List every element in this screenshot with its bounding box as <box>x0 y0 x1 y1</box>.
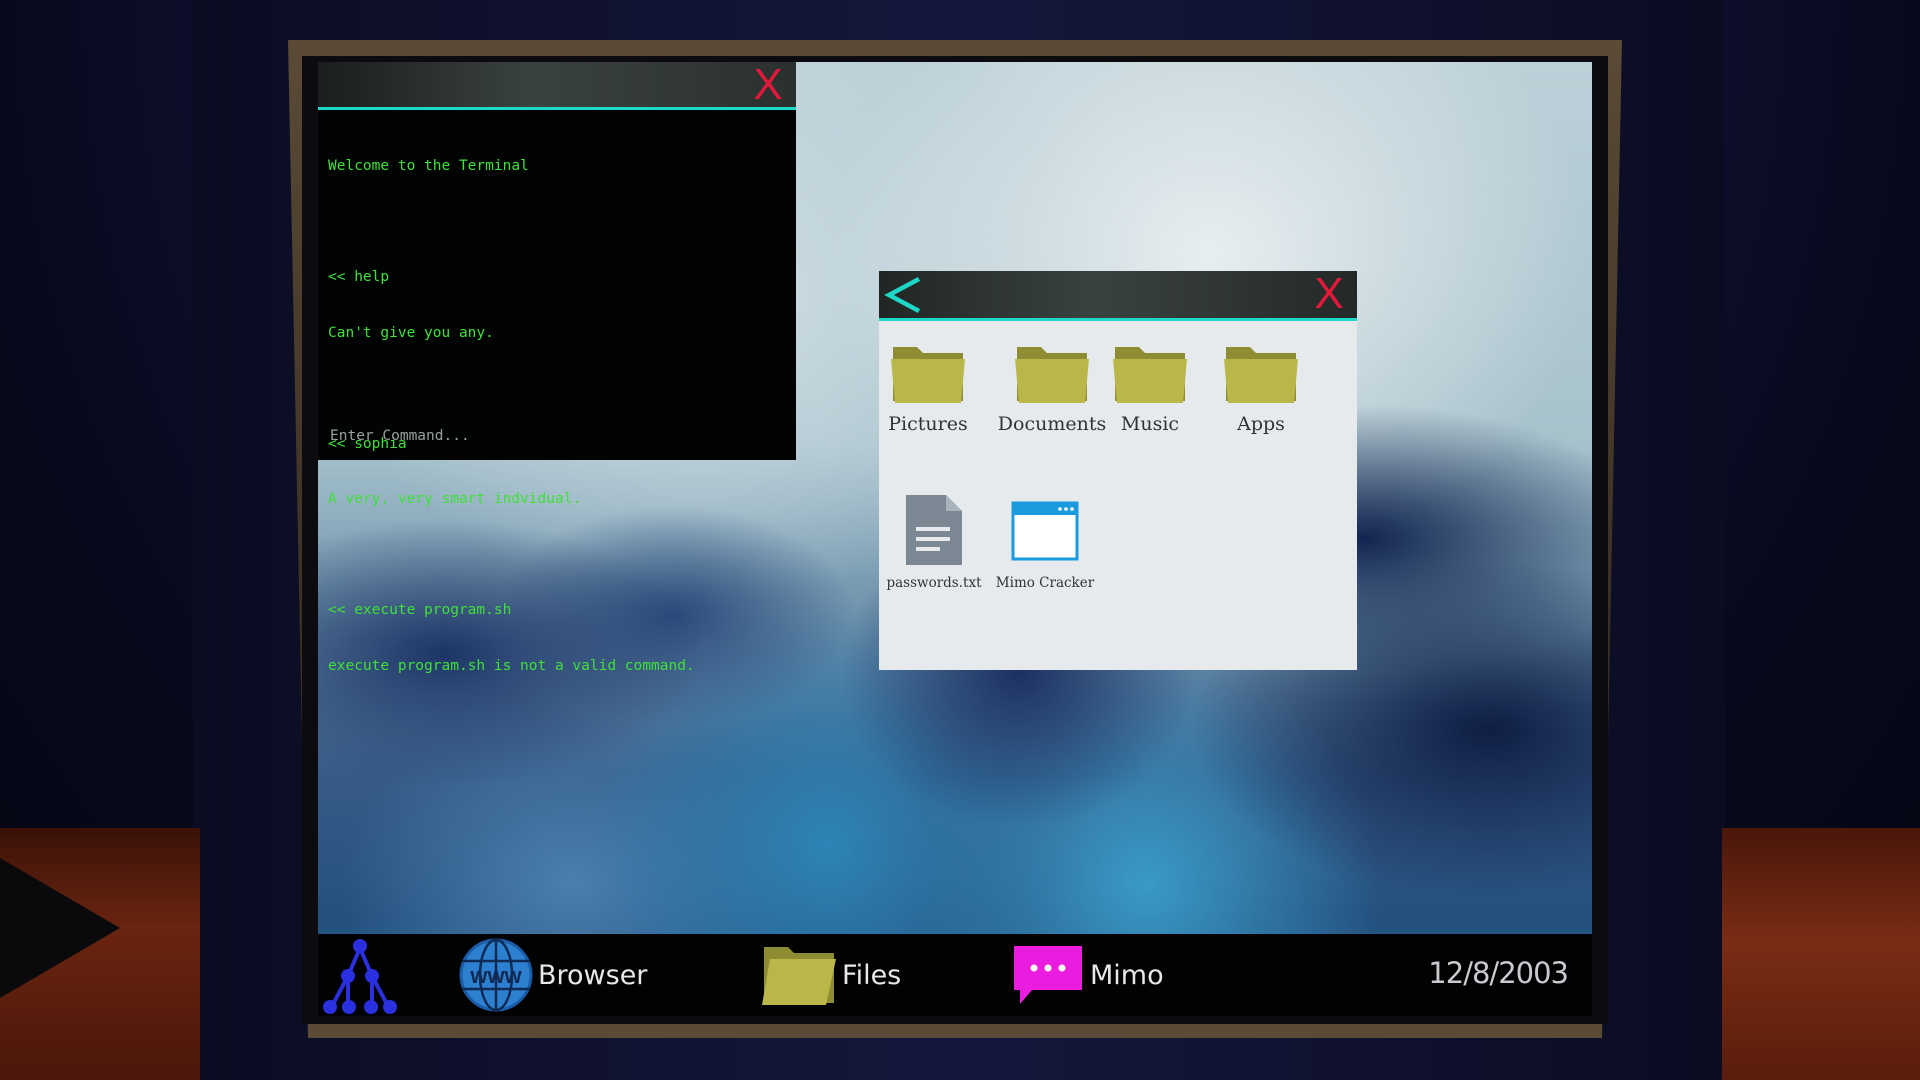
desktop-screen: X Welcome to the Terminal << help Can't … <box>318 62 1592 1016</box>
item-label: Apps <box>1237 413 1285 435</box>
taskbar-label: Browser <box>538 959 648 991</box>
desk-left <box>0 828 200 1080</box>
app-mimo-cracker[interactable]: Mimo Cracker <box>990 493 1100 591</box>
taskbar-files-button[interactable]: Files <box>760 934 901 1016</box>
folder-icon <box>1015 347 1089 403</box>
taskbar-mimo-button[interactable]: Mimo <box>1010 934 1164 1016</box>
terminal-window: X Welcome to the Terminal << help Can't … <box>318 62 796 674</box>
svg-text:www: www <box>469 963 522 988</box>
taskbar-date: 12/8/2003 <box>1428 956 1569 990</box>
taskbar-browser-button[interactable]: www Browser <box>458 934 647 1016</box>
folder-documents[interactable]: Documents <box>997 339 1107 435</box>
item-label: Documents <box>997 413 1107 435</box>
item-label: Mimo Cracker <box>995 575 1095 591</box>
network-tree-icon <box>323 939 397 1014</box>
app-window-icon <box>1011 501 1079 561</box>
terminal-close-button[interactable]: X <box>748 63 788 107</box>
terminal-line: << help <box>328 269 390 285</box>
taskbar-label: Files <box>842 959 902 991</box>
item-label: passwords.txt <box>886 575 982 591</box>
explorer-titlebar[interactable]: X <box>879 271 1357 321</box>
terminal-line: execute program.sh is not a valid comman… <box>328 657 695 674</box>
terminal-line: Can't give you any. <box>328 324 494 341</box>
taskbar-label: Mimo <box>1090 959 1164 991</box>
explorer-close-button[interactable]: X <box>1309 272 1349 316</box>
folder-icon <box>762 947 836 1005</box>
item-label: Pictures <box>888 413 968 435</box>
terminal-line: << execute program.sh <box>328 602 512 618</box>
www-globe-icon: www <box>459 938 533 1012</box>
folder-icon <box>891 347 965 403</box>
text-file-icon <box>906 495 962 565</box>
folder-pictures[interactable]: Pictures <box>873 339 983 435</box>
chat-bubble-icon <box>1014 946 1082 1004</box>
terminal-line: A very, very smart indvidual. <box>328 491 582 507</box>
back-arrow-icon[interactable] <box>881 273 927 317</box>
file-passwords-txt[interactable]: passwords.txt <box>879 493 989 591</box>
terminal-output: Welcome to the Terminal << help Can't gi… <box>328 120 788 712</box>
folder-icon <box>1113 347 1187 403</box>
taskbar: www Browser Files Mimo 12/8/2003 <box>318 934 1592 1016</box>
folder-icon <box>1224 347 1298 403</box>
terminal-line: Welcome to the Terminal <box>328 158 529 174</box>
file-explorer-window: X Pictures Documents Music Apps password… <box>879 271 1357 670</box>
desk-right <box>1722 828 1920 1080</box>
terminal-command-input[interactable]: Enter Command... <box>330 428 470 444</box>
start-button[interactable] <box>318 934 402 1016</box>
folder-apps[interactable]: Apps <box>1206 339 1316 435</box>
terminal-titlebar[interactable]: X <box>318 62 796 110</box>
folder-music[interactable]: Music <box>1095 339 1205 435</box>
item-label: Music <box>1120 413 1180 435</box>
